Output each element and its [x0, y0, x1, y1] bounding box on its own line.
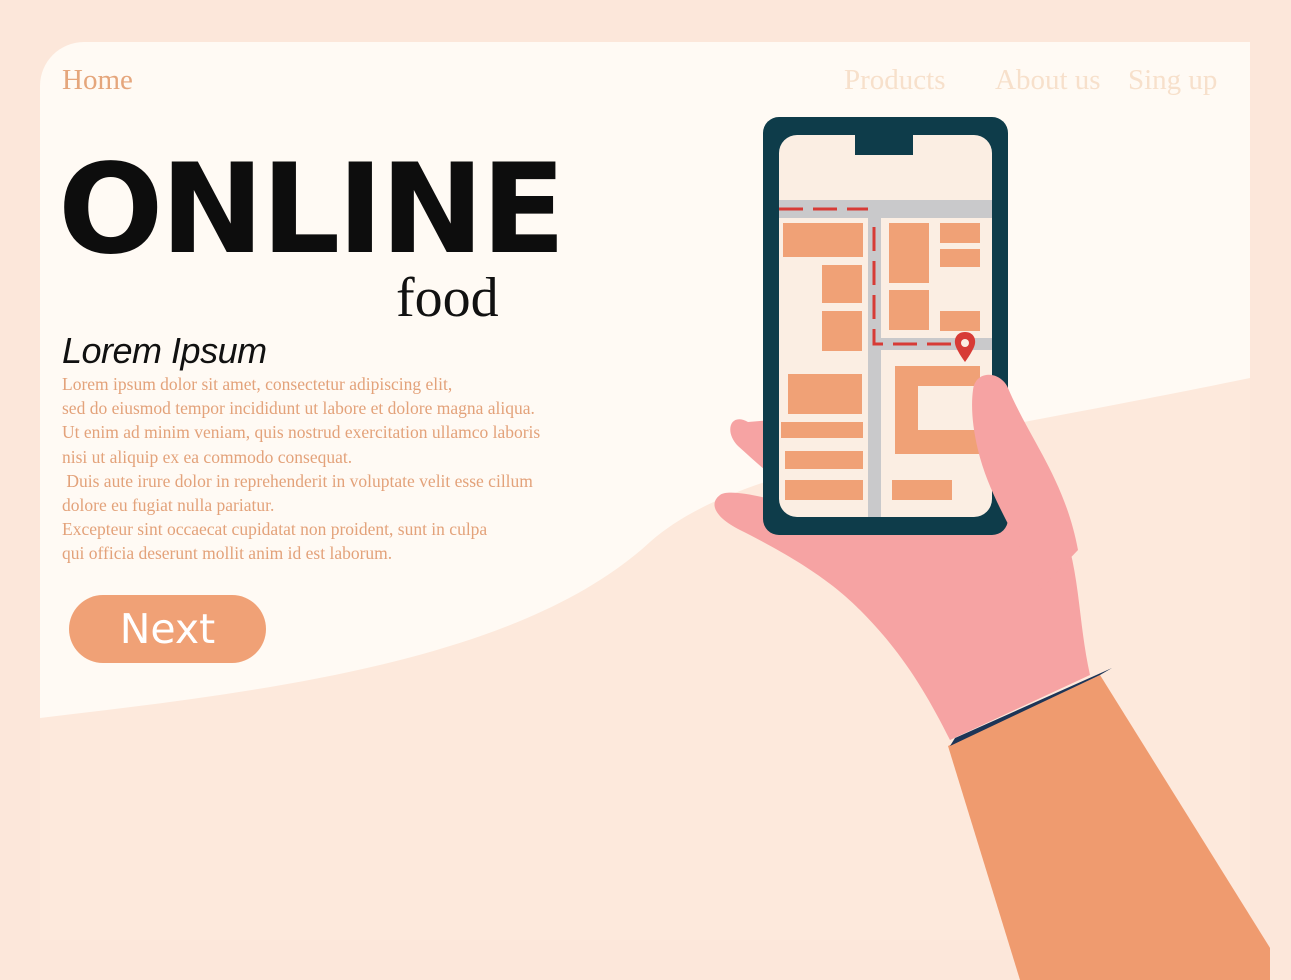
- map-block: [940, 311, 980, 331]
- hero-body-text: Lorem ipsum dolor sit amet, consectetur …: [62, 372, 540, 566]
- phone-in-hand-illustration: [714, 117, 1270, 980]
- nav-home-link[interactable]: Home: [62, 64, 133, 97]
- body-line: Duis aute irure dolor in reprehenderit i…: [62, 470, 533, 491]
- map-block: [822, 311, 862, 351]
- map-block: [940, 249, 980, 267]
- hero-subtitle: food: [396, 267, 499, 329]
- map-road: [779, 200, 992, 218]
- map-block: [889, 223, 929, 283]
- map-block: [940, 223, 980, 243]
- map-block: [785, 480, 863, 500]
- hero-heading: Lorem Ipsum: [62, 330, 267, 371]
- body-line: nisi ut aliquip ex ea commodo consequat.: [62, 446, 353, 467]
- body-line: sed do eiusmod tempor incididunt ut labo…: [62, 398, 535, 419]
- body-line: Ut enim ad minim veniam, quis nostrud ex…: [62, 422, 541, 443]
- map-block: [788, 374, 862, 414]
- map-block: [783, 223, 863, 257]
- body-line: qui officia deserunt mollit anim id est …: [62, 543, 393, 564]
- map-block: [822, 265, 862, 303]
- body-line: Excepteur sint occaecat cupidatat non pr…: [62, 519, 488, 540]
- hero-title: ONLINE: [58, 138, 566, 282]
- next-button[interactable]: Next: [69, 595, 266, 663]
- map-block: [889, 290, 929, 330]
- map-block: [785, 451, 863, 469]
- body-line: Lorem ipsum dolor sit amet, consectetur …: [62, 374, 453, 394]
- phone-notch: [855, 135, 913, 155]
- map-block: [892, 480, 952, 500]
- body-line: dolore eu fugiat nulla pariatur.: [62, 495, 275, 516]
- map-block: [781, 422, 863, 438]
